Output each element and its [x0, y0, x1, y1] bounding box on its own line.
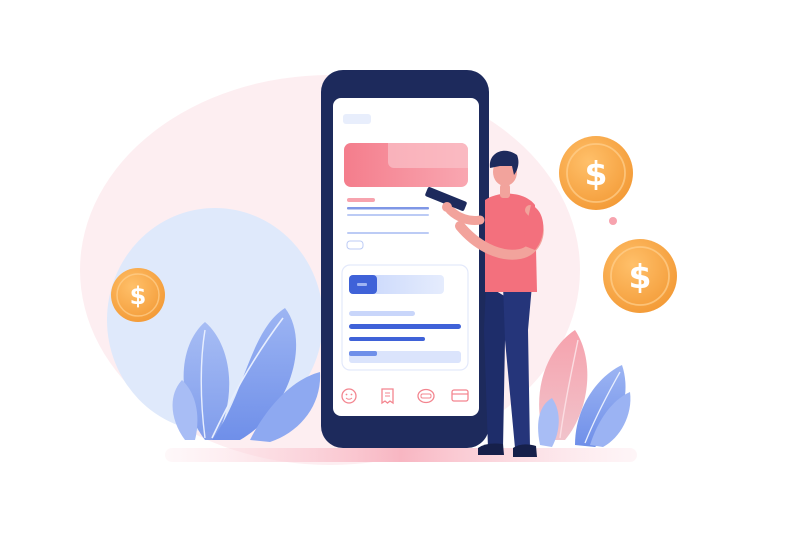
coin: $ — [111, 268, 165, 322]
decor-dot — [609, 217, 617, 225]
text-line — [347, 207, 429, 210]
status-chip — [343, 114, 371, 124]
small-pill[interactable] — [346, 240, 364, 250]
text-line — [347, 214, 429, 216]
text-line — [347, 232, 429, 234]
phone-mockup — [321, 70, 489, 448]
account-card[interactable] — [341, 264, 469, 371]
coin: $ — [559, 136, 633, 210]
coin-symbol: $ — [629, 257, 652, 296]
floor-strip — [165, 448, 637, 462]
coin-symbol: $ — [130, 282, 147, 310]
coin: $ — [603, 239, 677, 313]
coin-symbol: $ — [585, 154, 608, 193]
text-line — [347, 198, 375, 202]
promo-banner[interactable] — [344, 143, 468, 187]
